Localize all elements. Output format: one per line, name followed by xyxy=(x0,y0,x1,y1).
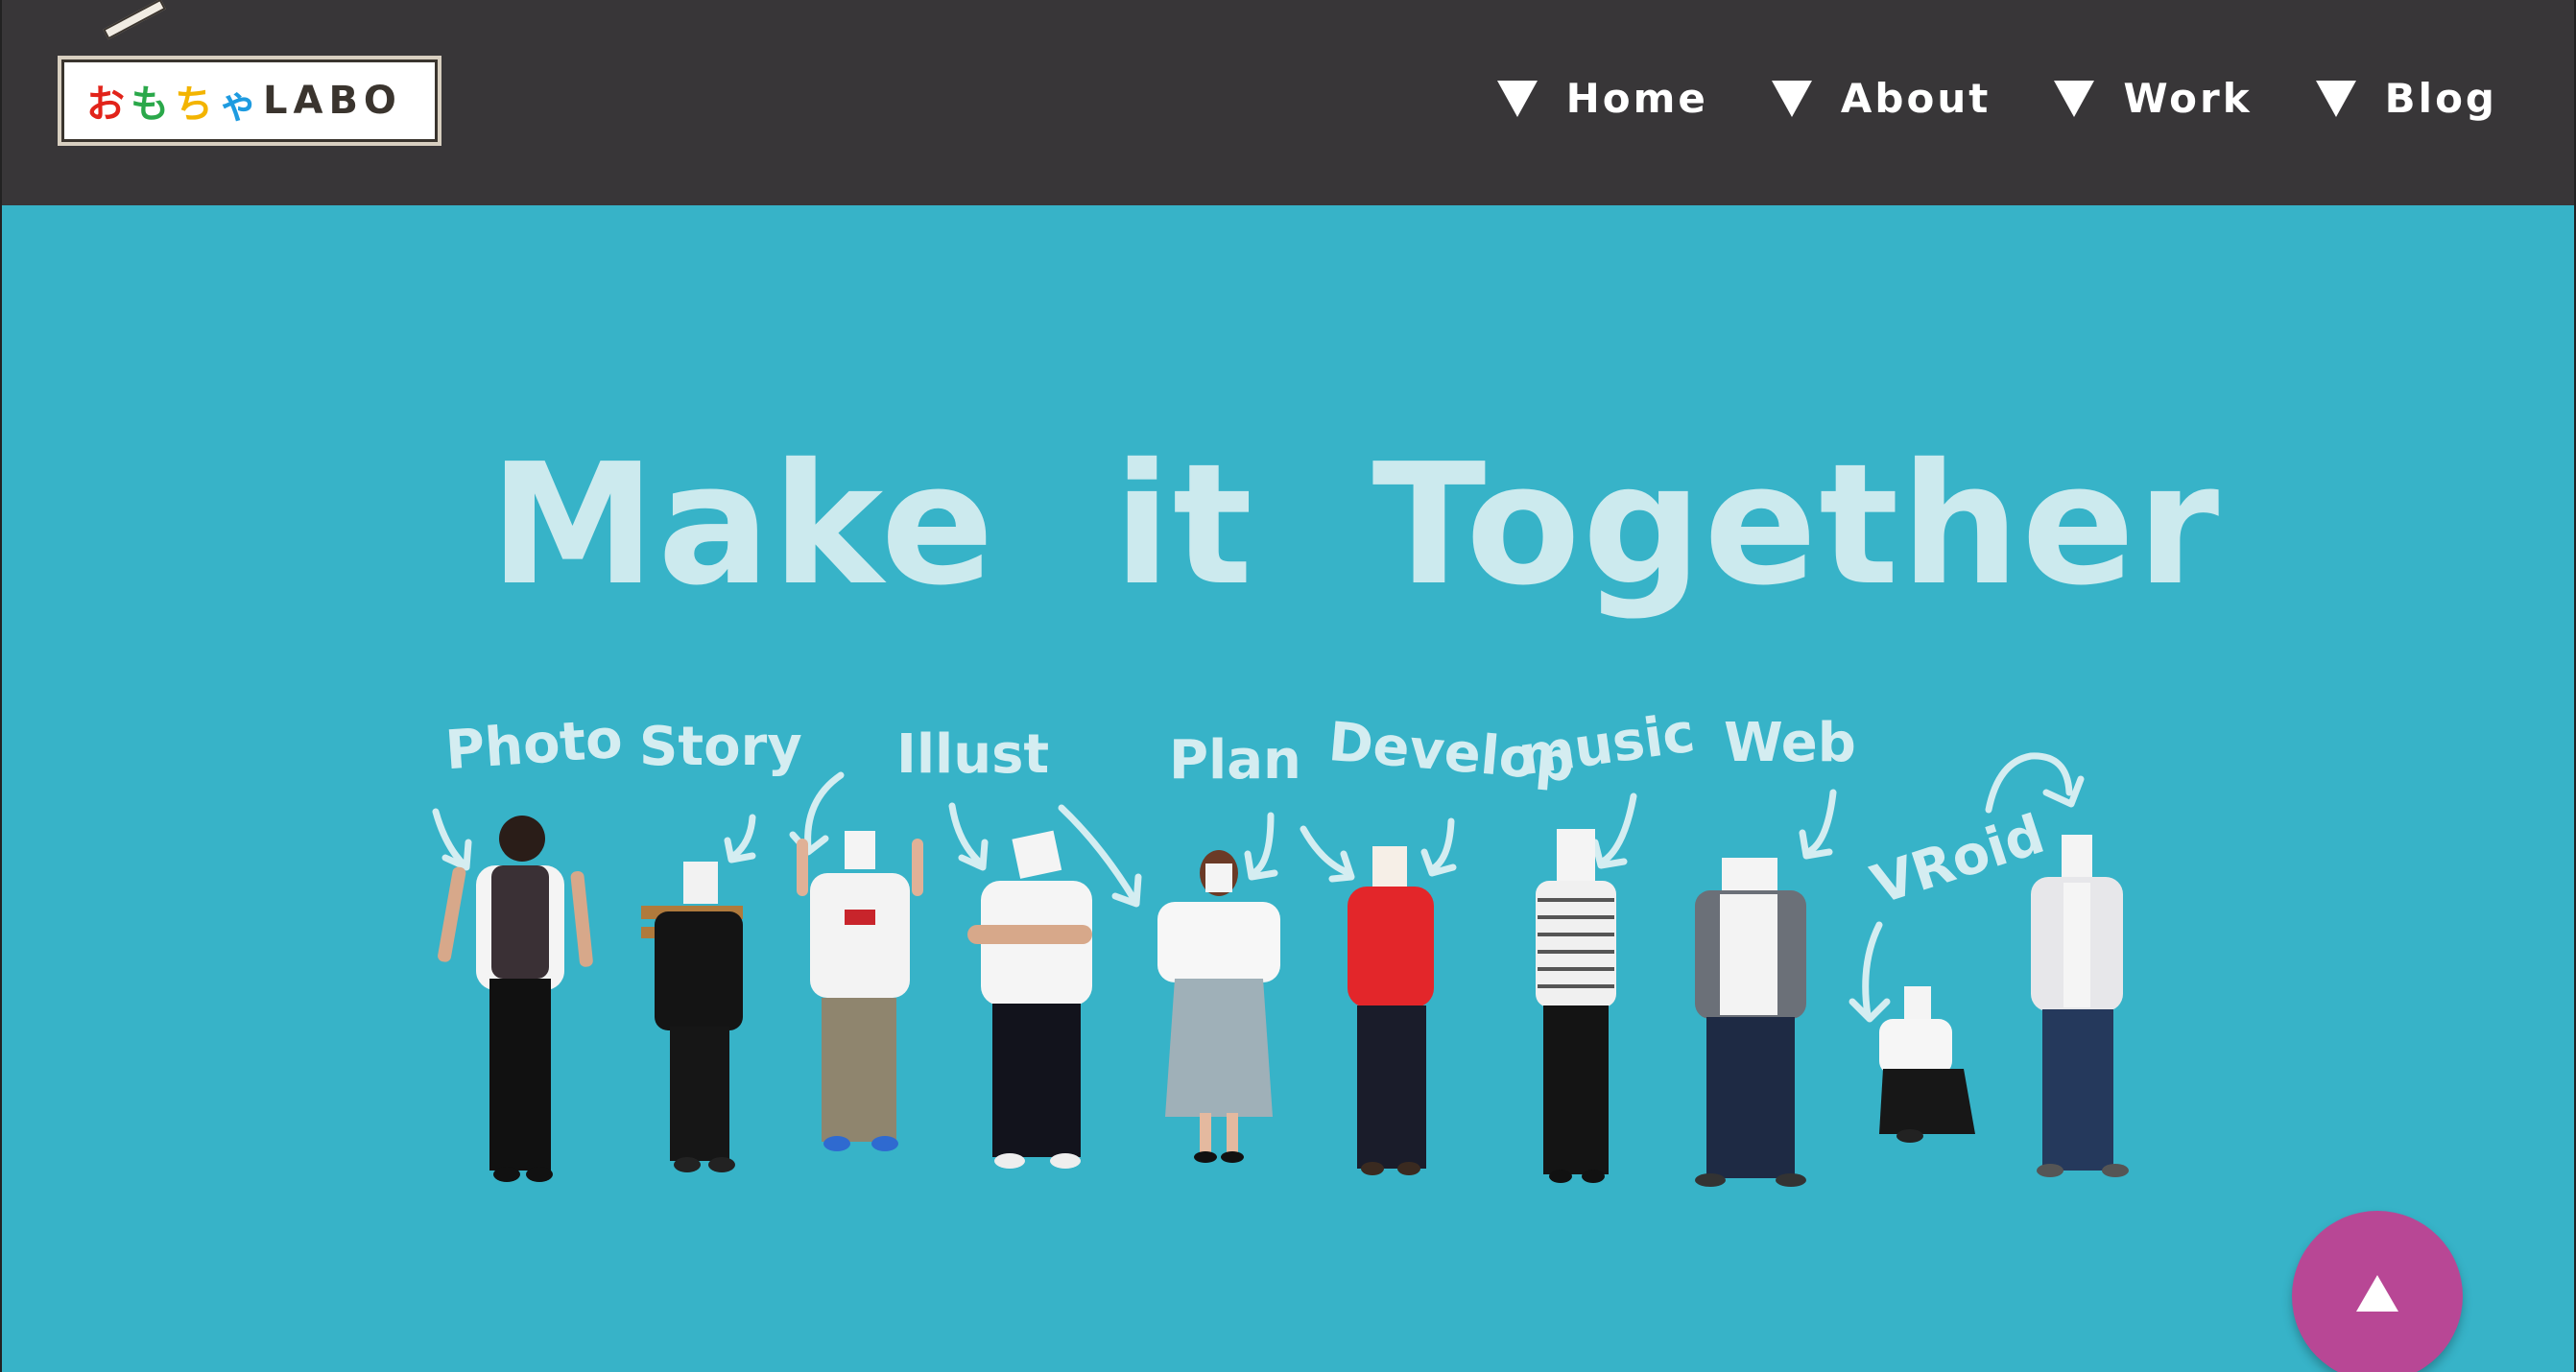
team-member-vroid-a xyxy=(1879,986,1975,1143)
team-member-vroid-b xyxy=(2031,835,2129,1177)
logo-char-labo: LABO xyxy=(263,79,402,123)
team-member-plan-a xyxy=(967,830,1092,1169)
logo-handle-icon xyxy=(103,0,166,40)
logo-char-chi: ち xyxy=(175,83,219,127)
team-member-plan-b xyxy=(1157,850,1280,1163)
team-member-photo xyxy=(438,816,593,1182)
nav-label-blog: Blog xyxy=(2384,75,2497,122)
triangle-down-icon xyxy=(2054,81,2095,117)
team-member-develop xyxy=(1348,846,1434,1175)
triangle-up-icon xyxy=(2356,1275,2398,1312)
triangle-down-icon xyxy=(2315,81,2356,117)
team-member-illust xyxy=(797,831,923,1151)
triangle-down-icon xyxy=(1771,81,1812,117)
logo-char-ya: ゃ xyxy=(219,83,263,127)
site-logo[interactable]: おもちゃ LABO xyxy=(58,56,441,146)
nav-item-home[interactable]: Home xyxy=(1496,75,1708,122)
logo-char-mo: も xyxy=(131,83,175,127)
triangle-down-icon xyxy=(1496,81,1538,117)
nav-label-about: About xyxy=(1840,75,1992,122)
site-header: おもちゃ LABO Home About Work Blog xyxy=(2,0,2574,205)
team-member-music xyxy=(1536,829,1616,1183)
nav-label-home: Home xyxy=(1565,75,1708,122)
team-members-photo xyxy=(438,816,2129,1187)
page: おもちゃ LABO Home About Work Blog Make it To… xyxy=(0,0,2576,1372)
nav-item-work[interactable]: Work xyxy=(2054,79,2252,119)
scroll-to-top-button[interactable] xyxy=(2292,1211,2463,1372)
nav-item-blog[interactable]: Blog xyxy=(2315,75,2497,122)
team-member-web xyxy=(1695,858,1806,1187)
main-nav: Home About Work Blog xyxy=(1496,75,2497,122)
logo-char-o: お xyxy=(86,83,131,127)
nav-item-about[interactable]: About xyxy=(1771,75,1992,122)
hero-section: Make it Together Photo Story Illust Plan… xyxy=(2,205,2574,1372)
nav-label-work: Work xyxy=(2123,75,2253,122)
team-member-story xyxy=(641,862,743,1172)
